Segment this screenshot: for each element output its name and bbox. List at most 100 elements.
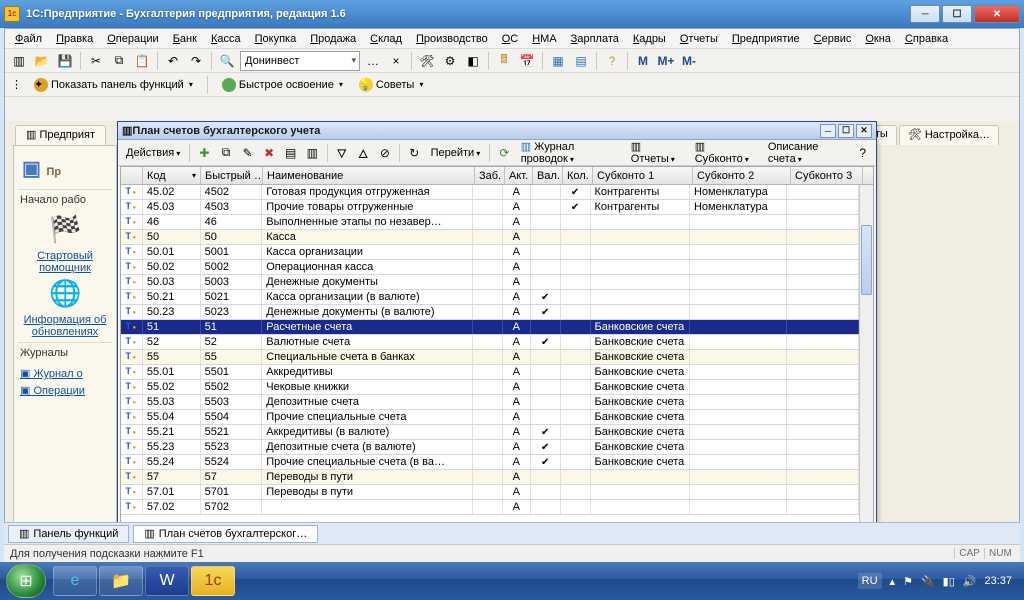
updates-info-link[interactable]: Информация об обновлениях xyxy=(20,314,110,338)
filter-icon[interactable]: 🜄 xyxy=(332,143,351,163)
organization-combo[interactable]: Донинвест xyxy=(240,51,360,71)
menu-продажа[interactable]: Продажа xyxy=(306,31,360,47)
maximize-button[interactable]: ☐ xyxy=(942,5,972,23)
table-row[interactable]: 57.015701Переводы в путиА xyxy=(121,485,859,500)
menu-кадры[interactable]: Кадры xyxy=(629,31,670,47)
table-row[interactable]: 55.235523Депозитные счета (в валюте)А✔Ба… xyxy=(121,440,859,455)
table-row[interactable]: 5050КассаА xyxy=(121,230,859,245)
column-header[interactable]: Заб. xyxy=(475,167,505,184)
sub-close-button[interactable]: ✕ xyxy=(856,124,872,138)
sub-minimize-button[interactable]: ─ xyxy=(820,124,836,138)
calendar-icon[interactable]: 📅 xyxy=(517,51,537,71)
table-row[interactable]: 45.024502Готовая продукция отгруженнаяА✔… xyxy=(121,185,859,200)
journal-button[interactable]: ▥ Журнал проводок xyxy=(517,140,624,165)
find-icon[interactable]: 🔍 xyxy=(217,51,237,71)
edit-icon[interactable]: ✎ xyxy=(238,143,257,163)
menu-склад[interactable]: Склад xyxy=(366,31,406,47)
accounts-grid[interactable]: Код ▾Быстрый …НаименованиеЗаб.Акт.Вал.Ко… xyxy=(120,166,874,538)
grid-icon[interactable]: ▤ xyxy=(571,51,591,71)
table-row[interactable]: 55.025502Чековые книжкиАБанковские счета xyxy=(121,380,859,395)
column-header[interactable]: Код ▾ xyxy=(143,167,201,184)
table-row[interactable]: 57.025702А xyxy=(121,500,859,515)
tray-flag-icon[interactable]: ▴ xyxy=(890,575,896,588)
table-row[interactable]: 55.035503Депозитные счетаАБанковские сче… xyxy=(121,395,859,410)
table-row[interactable]: 45.034503Прочие товары отгруженныеА✔Конт… xyxy=(121,200,859,215)
filter-icon[interactable]: 🜂 xyxy=(354,143,373,163)
cut-icon[interactable]: ✂ xyxy=(86,51,106,71)
table-row[interactable]: 50.025002Операционная кассаА xyxy=(121,260,859,275)
menu-нма[interactable]: НМА xyxy=(528,31,560,47)
table-row[interactable]: 5252Валютные счетаА✔Банковские счета xyxy=(121,335,859,350)
show-panel-button[interactable]: ✦Показать панель функций xyxy=(30,76,197,94)
grid-body[interactable]: 45.024502Готовая продукция отгруженнаяА✔… xyxy=(121,185,859,523)
reports-menu[interactable]: ▥ Отчеты xyxy=(627,140,688,165)
tab-settings[interactable]: 🛠 Настройка… xyxy=(899,125,999,145)
taskbar-ie-icon[interactable]: e xyxy=(53,566,97,596)
taskbar-explorer-icon[interactable]: 📁 xyxy=(99,566,143,596)
menu-зарплата[interactable]: Зарплата xyxy=(567,31,623,47)
tool-icon[interactable]: ◧ xyxy=(463,51,483,71)
add-icon[interactable]: ✚ xyxy=(195,143,214,163)
menu-окна[interactable]: Окна xyxy=(861,31,895,47)
column-header[interactable]: Субконто 1 xyxy=(593,167,693,184)
menu-производство[interactable]: Производство xyxy=(412,31,492,47)
wintab-accounts[interactable]: ▥План счетов бухгалтерског… xyxy=(133,525,318,543)
column-header[interactable]: Вал. xyxy=(533,167,563,184)
grid-icon[interactable]: ▦ xyxy=(548,51,568,71)
table-row[interactable]: 4646Выполненные этапы по незавер…А xyxy=(121,215,859,230)
tray-clock[interactable]: 23:37 xyxy=(984,575,1012,587)
start-wizard-link[interactable]: Стартовый помощник xyxy=(20,250,110,274)
help-icon[interactable]: ? xyxy=(853,143,872,163)
menu-сервис[interactable]: Сервис xyxy=(810,31,856,47)
save-icon[interactable]: 💾 xyxy=(55,51,75,71)
description-button[interactable]: Описание счета xyxy=(764,141,851,165)
add-copy-icon[interactable]: ⧉ xyxy=(217,143,236,163)
background-tab[interactable]: ▥ Предприят xyxy=(15,125,106,145)
actions-menu[interactable]: Действия xyxy=(122,147,184,159)
column-header[interactable]: Кол. xyxy=(563,167,593,184)
menu-правка[interactable]: Правка xyxy=(52,31,97,47)
menu-предприятие[interactable]: Предприятие xyxy=(728,31,804,47)
tool-icon[interactable]: 🛠 xyxy=(417,51,437,71)
column-header[interactable] xyxy=(121,167,143,184)
delete-icon[interactable]: ✖ xyxy=(260,143,279,163)
tool-icon[interactable]: ▤ xyxy=(281,143,300,163)
new-icon[interactable]: ▥ xyxy=(9,51,29,71)
menu-банк[interactable]: Банк xyxy=(169,31,201,47)
column-header[interactable]: Быстрый … xyxy=(201,167,263,184)
tray-network-icon[interactable]: ▮▯ xyxy=(943,575,955,588)
menu-операции[interactable]: Операции xyxy=(103,31,162,47)
table-row[interactable]: 55.245524Прочие специальные счета (в ва…… xyxy=(121,455,859,470)
dots-icon[interactable]: … xyxy=(363,51,383,71)
table-row[interactable]: 50.015001Касса организацииА xyxy=(121,245,859,260)
table-row[interactable]: 50.235023Денежные документы (в валюте)А✔ xyxy=(121,305,859,320)
quick-learn-button[interactable]: Быстрое освоение xyxy=(218,76,347,94)
table-row[interactable]: 5757Переводы в путиА xyxy=(121,470,859,485)
refresh-icon[interactable]: ↻ xyxy=(405,143,424,163)
column-header[interactable]: Субконто 2 xyxy=(693,167,791,184)
operations-link[interactable]: ▣ Операции xyxy=(20,384,110,397)
redo-icon[interactable]: ↷ xyxy=(186,51,206,71)
minimize-button[interactable]: ─ xyxy=(910,5,940,23)
wintab-panel[interactable]: ▥Панель функций xyxy=(8,525,129,543)
m-plus-button[interactable]: M+ xyxy=(656,51,676,71)
table-row[interactable]: 5555Специальные счета в банкахАБанковски… xyxy=(121,350,859,365)
tips-button[interactable]: 💡Советы xyxy=(355,76,428,94)
taskbar-word-icon[interactable]: W xyxy=(145,566,189,596)
tray-volume-icon[interactable]: 🔊 xyxy=(963,575,977,588)
table-row[interactable]: 5151Расчетные счетаАБанковские счета xyxy=(121,320,859,335)
subkonto-menu[interactable]: ▥ Субконто xyxy=(691,140,761,165)
sub-maximize-button[interactable]: ☐ xyxy=(838,124,854,138)
menu-покупка[interactable]: Покупка xyxy=(251,31,301,47)
menu-отчеты[interactable]: Отчеты xyxy=(676,31,722,47)
journal-link[interactable]: ▣ Журнал о xyxy=(20,367,110,380)
table-row[interactable]: 55.215521Аккредитивы (в валюте)А✔Банковс… xyxy=(121,425,859,440)
m-minus-button[interactable]: M- xyxy=(679,51,699,71)
scroll-thumb[interactable] xyxy=(861,225,872,295)
tool-icon[interactable]: ▥ xyxy=(303,143,322,163)
table-row[interactable]: 50.215021Касса организации (в валюте)А✔ xyxy=(121,290,859,305)
copy-icon[interactable]: ⧉ xyxy=(109,51,129,71)
menu-справка[interactable]: Справка xyxy=(901,31,952,47)
help-icon[interactable]: ? xyxy=(602,51,622,71)
goto-menu[interactable]: Перейти xyxy=(427,147,485,159)
